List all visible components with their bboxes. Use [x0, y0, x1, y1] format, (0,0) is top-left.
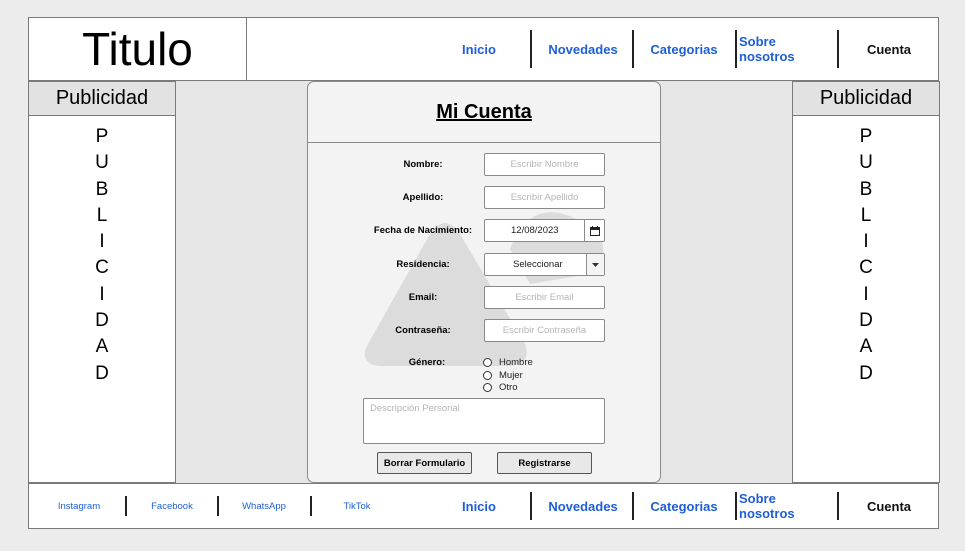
- clear-form-button[interactable]: Borrar Formulario: [377, 452, 472, 474]
- radio-circle-icon[interactable]: [483, 383, 492, 392]
- fecha-nacimiento-input[interactable]: 12/08/2023: [484, 219, 605, 242]
- email-label: Email:: [408, 292, 438, 303]
- footer-nav-inicio[interactable]: Inicio: [449, 484, 509, 528]
- nav-cuenta[interactable]: Cuenta: [844, 18, 934, 80]
- ad-letter: D: [95, 310, 109, 332]
- chevron-down-icon[interactable]: [586, 254, 604, 275]
- footer-link-tiktok[interactable]: TikTok: [317, 484, 397, 528]
- ad-letter: I: [99, 283, 105, 305]
- ad-letter: P: [95, 126, 109, 147]
- nav-divider: [530, 30, 532, 68]
- footer-divider: [837, 492, 839, 520]
- ad-letter: C: [859, 257, 873, 279]
- nav-categorias[interactable]: Categorias: [639, 18, 729, 80]
- calendar-icon[interactable]: [584, 220, 604, 241]
- nav-divider: [632, 30, 634, 68]
- radio-label: Otro: [499, 382, 518, 393]
- account-form-card: Mi Cuenta Nombre: Escribir Nombre Apelli…: [307, 81, 661, 483]
- ad-letter: B: [859, 178, 873, 200]
- ad-letter: D: [859, 310, 873, 332]
- radio-circle-icon[interactable]: [483, 358, 492, 367]
- footer-divider: [530, 492, 532, 520]
- footer-nav-categorias[interactable]: Categorias: [639, 484, 729, 528]
- ad-letter: U: [859, 152, 873, 174]
- ad-letter: C: [95, 257, 109, 279]
- ad-letter: D: [95, 362, 109, 384]
- nav-divider: [735, 30, 737, 68]
- fecha-nacimiento-value: 12/08/2023: [511, 225, 559, 236]
- footer-nav-sobre-nosotros[interactable]: Sobre nosotros: [739, 484, 835, 528]
- fecha-nacimiento-label: Fecha de Nacimiento:: [373, 225, 473, 236]
- footer-link-instagram[interactable]: Instagram: [39, 484, 119, 528]
- residencia-value: Seleccionar: [513, 259, 563, 270]
- ad-vertical-text: P U B L I C I D A D: [29, 116, 175, 387]
- register-button[interactable]: Registrarse: [497, 452, 592, 474]
- site-title: Titulo: [82, 23, 193, 75]
- ad-right: Publicidad P U B L I C I D A D: [792, 81, 940, 483]
- ad-letter: U: [95, 152, 109, 174]
- footer: Instagram Facebook WhatsApp TikTok Inici…: [28, 483, 939, 529]
- footer-link-facebook[interactable]: Facebook: [132, 484, 212, 528]
- footer-divider: [125, 496, 127, 516]
- header: Titulo Inicio Novedades Categorias Sobre…: [28, 17, 939, 81]
- genero-label: Género:: [408, 357, 446, 368]
- ad-letter: I: [863, 283, 869, 305]
- site-title-box: Titulo: [29, 18, 247, 80]
- ad-letter: A: [95, 336, 109, 358]
- footer-link-whatsapp[interactable]: WhatsApp: [224, 484, 304, 528]
- descripcion-textarea[interactable]: Descripción Personal: [363, 398, 605, 444]
- footer-divider: [310, 496, 312, 516]
- ad-vertical-text: P U B L I C I D A D: [793, 116, 939, 387]
- radio-mujer[interactable]: Mujer: [483, 370, 523, 381]
- footer-divider: [735, 492, 737, 520]
- nombre-label: Nombre:: [403, 159, 443, 170]
- form-header: Mi Cuenta: [308, 82, 660, 143]
- nombre-input[interactable]: Escribir Nombre: [484, 153, 605, 176]
- footer-divider: [217, 496, 219, 516]
- password-label: Contraseña:: [395, 325, 451, 336]
- radio-hombre[interactable]: Hombre: [483, 357, 533, 368]
- footer-nav-novedades[interactable]: Novedades: [537, 484, 629, 528]
- ad-letter: I: [99, 231, 105, 253]
- ad-letter: A: [859, 336, 873, 358]
- ad-left: Publicidad P U B L I C I D A D: [28, 81, 176, 483]
- apellido-label: Apellido:: [402, 192, 444, 203]
- email-input[interactable]: Escribir Email: [484, 286, 605, 309]
- nav-divider: [837, 30, 839, 68]
- footer-divider: [632, 492, 634, 520]
- ad-letter: D: [859, 362, 873, 384]
- residencia-label: Residencia:: [396, 259, 450, 270]
- residencia-select[interactable]: Seleccionar: [484, 253, 605, 276]
- ad-heading: Publicidad: [793, 82, 939, 116]
- nav-sobre-nosotros[interactable]: Sobre nosotros: [739, 18, 835, 80]
- radio-label: Mujer: [499, 370, 523, 381]
- radio-circle-icon[interactable]: [483, 371, 492, 380]
- ad-letter: P: [859, 126, 873, 147]
- nav-inicio[interactable]: Inicio: [449, 18, 509, 80]
- radio-label: Hombre: [499, 357, 533, 368]
- radio-otro[interactable]: Otro: [483, 382, 517, 393]
- ad-letter: L: [860, 204, 872, 226]
- ad-letter: I: [863, 231, 869, 253]
- password-input[interactable]: Escribir Contraseña: [484, 319, 605, 342]
- ad-letter: B: [95, 178, 109, 200]
- form-title: Mi Cuenta: [436, 100, 532, 123]
- ad-letter: L: [96, 204, 108, 226]
- apellido-input[interactable]: Escribir Apellido: [484, 186, 605, 209]
- nav-novedades[interactable]: Novedades: [537, 18, 629, 80]
- footer-nav-cuenta[interactable]: Cuenta: [844, 484, 934, 528]
- ad-heading: Publicidad: [29, 82, 175, 116]
